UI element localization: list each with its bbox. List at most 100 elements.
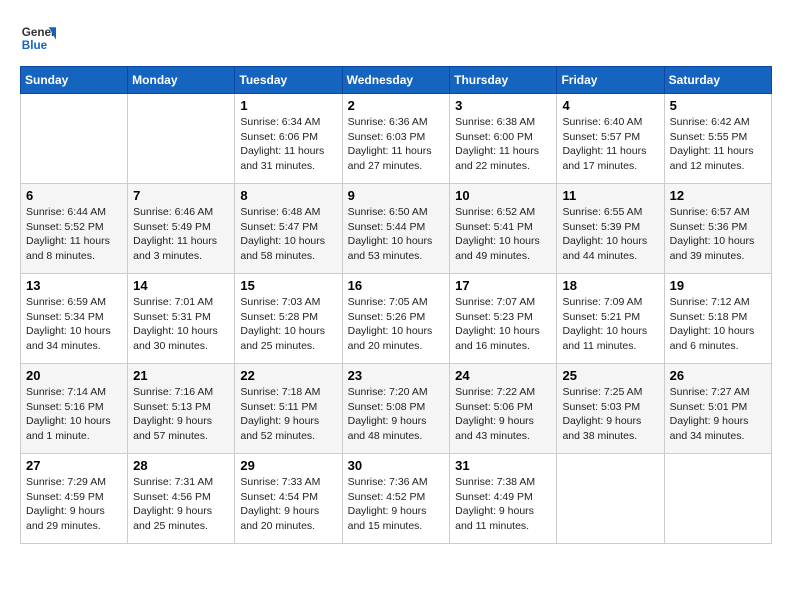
calendar-cell: 16 Sunrise: 7:05 AM Sunset: 5:26 PM Dayl… bbox=[342, 274, 450, 364]
day-number: 10 bbox=[455, 188, 551, 203]
day-number: 19 bbox=[670, 278, 766, 293]
svg-text:Blue: Blue bbox=[22, 39, 48, 52]
calendar-cell bbox=[128, 94, 235, 184]
day-number: 20 bbox=[26, 368, 122, 383]
calendar-cell: 11 Sunrise: 6:55 AM Sunset: 5:39 PM Dayl… bbox=[557, 184, 664, 274]
day-info: Sunrise: 6:57 AM Sunset: 5:36 PM Dayligh… bbox=[670, 205, 766, 264]
calendar-cell: 20 Sunrise: 7:14 AM Sunset: 5:16 PM Dayl… bbox=[21, 364, 128, 454]
calendar-cell: 13 Sunrise: 6:59 AM Sunset: 5:34 PM Dayl… bbox=[21, 274, 128, 364]
day-number: 5 bbox=[670, 98, 766, 113]
day-of-week-header: Saturday bbox=[664, 67, 771, 94]
calendar-cell bbox=[21, 94, 128, 184]
day-number: 9 bbox=[348, 188, 445, 203]
calendar-cell: 27 Sunrise: 7:29 AM Sunset: 4:59 PM Dayl… bbox=[21, 454, 128, 544]
day-number: 13 bbox=[26, 278, 122, 293]
day-info: Sunrise: 7:31 AM Sunset: 4:56 PM Dayligh… bbox=[133, 475, 229, 534]
day-number: 28 bbox=[133, 458, 229, 473]
day-info: Sunrise: 6:38 AM Sunset: 6:00 PM Dayligh… bbox=[455, 115, 551, 174]
day-number: 21 bbox=[133, 368, 229, 383]
calendar-cell: 24 Sunrise: 7:22 AM Sunset: 5:06 PM Dayl… bbox=[450, 364, 557, 454]
day-info: Sunrise: 7:36 AM Sunset: 4:52 PM Dayligh… bbox=[348, 475, 445, 534]
day-of-week-header: Tuesday bbox=[235, 67, 342, 94]
calendar-cell: 10 Sunrise: 6:52 AM Sunset: 5:41 PM Dayl… bbox=[450, 184, 557, 274]
day-info: Sunrise: 6:42 AM Sunset: 5:55 PM Dayligh… bbox=[670, 115, 766, 174]
day-info: Sunrise: 6:59 AM Sunset: 5:34 PM Dayligh… bbox=[26, 295, 122, 354]
calendar-cell: 3 Sunrise: 6:38 AM Sunset: 6:00 PM Dayli… bbox=[450, 94, 557, 184]
day-info: Sunrise: 6:44 AM Sunset: 5:52 PM Dayligh… bbox=[26, 205, 122, 264]
calendar-cell bbox=[664, 454, 771, 544]
day-info: Sunrise: 7:27 AM Sunset: 5:01 PM Dayligh… bbox=[670, 385, 766, 444]
day-info: Sunrise: 6:55 AM Sunset: 5:39 PM Dayligh… bbox=[562, 205, 658, 264]
day-number: 6 bbox=[26, 188, 122, 203]
calendar-cell: 30 Sunrise: 7:36 AM Sunset: 4:52 PM Dayl… bbox=[342, 454, 450, 544]
day-info: Sunrise: 6:36 AM Sunset: 6:03 PM Dayligh… bbox=[348, 115, 445, 174]
day-of-week-header: Thursday bbox=[450, 67, 557, 94]
day-of-week-header: Wednesday bbox=[342, 67, 450, 94]
day-info: Sunrise: 7:38 AM Sunset: 4:49 PM Dayligh… bbox=[455, 475, 551, 534]
day-number: 11 bbox=[562, 188, 658, 203]
day-number: 4 bbox=[562, 98, 658, 113]
day-number: 8 bbox=[240, 188, 336, 203]
day-number: 24 bbox=[455, 368, 551, 383]
calendar-cell: 5 Sunrise: 6:42 AM Sunset: 5:55 PM Dayli… bbox=[664, 94, 771, 184]
calendar-cell: 18 Sunrise: 7:09 AM Sunset: 5:21 PM Dayl… bbox=[557, 274, 664, 364]
logo-icon: General Blue bbox=[20, 20, 56, 56]
day-number: 18 bbox=[562, 278, 658, 293]
page-header: General Blue bbox=[20, 20, 772, 56]
calendar-cell: 28 Sunrise: 7:31 AM Sunset: 4:56 PM Dayl… bbox=[128, 454, 235, 544]
day-info: Sunrise: 7:03 AM Sunset: 5:28 PM Dayligh… bbox=[240, 295, 336, 354]
day-info: Sunrise: 7:29 AM Sunset: 4:59 PM Dayligh… bbox=[26, 475, 122, 534]
day-number: 3 bbox=[455, 98, 551, 113]
day-info: Sunrise: 7:09 AM Sunset: 5:21 PM Dayligh… bbox=[562, 295, 658, 354]
calendar-cell: 2 Sunrise: 6:36 AM Sunset: 6:03 PM Dayli… bbox=[342, 94, 450, 184]
logo: General Blue bbox=[20, 20, 56, 56]
day-of-week-header: Friday bbox=[557, 67, 664, 94]
day-info: Sunrise: 7:12 AM Sunset: 5:18 PM Dayligh… bbox=[670, 295, 766, 354]
day-info: Sunrise: 7:05 AM Sunset: 5:26 PM Dayligh… bbox=[348, 295, 445, 354]
day-number: 7 bbox=[133, 188, 229, 203]
day-info: Sunrise: 6:48 AM Sunset: 5:47 PM Dayligh… bbox=[240, 205, 336, 264]
calendar-cell: 15 Sunrise: 7:03 AM Sunset: 5:28 PM Dayl… bbox=[235, 274, 342, 364]
day-number: 27 bbox=[26, 458, 122, 473]
day-number: 14 bbox=[133, 278, 229, 293]
day-info: Sunrise: 7:07 AM Sunset: 5:23 PM Dayligh… bbox=[455, 295, 551, 354]
calendar-cell: 1 Sunrise: 6:34 AM Sunset: 6:06 PM Dayli… bbox=[235, 94, 342, 184]
day-info: Sunrise: 7:22 AM Sunset: 5:06 PM Dayligh… bbox=[455, 385, 551, 444]
calendar-cell: 26 Sunrise: 7:27 AM Sunset: 5:01 PM Dayl… bbox=[664, 364, 771, 454]
day-number: 29 bbox=[240, 458, 336, 473]
day-number: 31 bbox=[455, 458, 551, 473]
day-info: Sunrise: 6:46 AM Sunset: 5:49 PM Dayligh… bbox=[133, 205, 229, 264]
day-number: 17 bbox=[455, 278, 551, 293]
day-info: Sunrise: 7:01 AM Sunset: 5:31 PM Dayligh… bbox=[133, 295, 229, 354]
day-info: Sunrise: 7:14 AM Sunset: 5:16 PM Dayligh… bbox=[26, 385, 122, 444]
calendar-cell: 12 Sunrise: 6:57 AM Sunset: 5:36 PM Dayl… bbox=[664, 184, 771, 274]
day-number: 1 bbox=[240, 98, 336, 113]
calendar-table: SundayMondayTuesdayWednesdayThursdayFrid… bbox=[20, 66, 772, 544]
calendar-cell: 17 Sunrise: 7:07 AM Sunset: 5:23 PM Dayl… bbox=[450, 274, 557, 364]
day-info: Sunrise: 6:50 AM Sunset: 5:44 PM Dayligh… bbox=[348, 205, 445, 264]
calendar-cell: 19 Sunrise: 7:12 AM Sunset: 5:18 PM Dayl… bbox=[664, 274, 771, 364]
day-of-week-header: Monday bbox=[128, 67, 235, 94]
day-number: 16 bbox=[348, 278, 445, 293]
day-number: 2 bbox=[348, 98, 445, 113]
day-info: Sunrise: 7:25 AM Sunset: 5:03 PM Dayligh… bbox=[562, 385, 658, 444]
day-info: Sunrise: 7:20 AM Sunset: 5:08 PM Dayligh… bbox=[348, 385, 445, 444]
day-info: Sunrise: 7:33 AM Sunset: 4:54 PM Dayligh… bbox=[240, 475, 336, 534]
calendar-cell: 4 Sunrise: 6:40 AM Sunset: 5:57 PM Dayli… bbox=[557, 94, 664, 184]
day-info: Sunrise: 6:52 AM Sunset: 5:41 PM Dayligh… bbox=[455, 205, 551, 264]
day-number: 26 bbox=[670, 368, 766, 383]
calendar-cell: 21 Sunrise: 7:16 AM Sunset: 5:13 PM Dayl… bbox=[128, 364, 235, 454]
calendar-cell: 8 Sunrise: 6:48 AM Sunset: 5:47 PM Dayli… bbox=[235, 184, 342, 274]
calendar-cell: 25 Sunrise: 7:25 AM Sunset: 5:03 PM Dayl… bbox=[557, 364, 664, 454]
calendar-cell bbox=[557, 454, 664, 544]
calendar-cell: 9 Sunrise: 6:50 AM Sunset: 5:44 PM Dayli… bbox=[342, 184, 450, 274]
day-info: Sunrise: 7:18 AM Sunset: 5:11 PM Dayligh… bbox=[240, 385, 336, 444]
day-info: Sunrise: 6:34 AM Sunset: 6:06 PM Dayligh… bbox=[240, 115, 336, 174]
calendar-cell: 6 Sunrise: 6:44 AM Sunset: 5:52 PM Dayli… bbox=[21, 184, 128, 274]
calendar-cell: 31 Sunrise: 7:38 AM Sunset: 4:49 PM Dayl… bbox=[450, 454, 557, 544]
day-info: Sunrise: 6:40 AM Sunset: 5:57 PM Dayligh… bbox=[562, 115, 658, 174]
day-number: 30 bbox=[348, 458, 445, 473]
day-number: 15 bbox=[240, 278, 336, 293]
day-number: 25 bbox=[562, 368, 658, 383]
calendar-cell: 23 Sunrise: 7:20 AM Sunset: 5:08 PM Dayl… bbox=[342, 364, 450, 454]
